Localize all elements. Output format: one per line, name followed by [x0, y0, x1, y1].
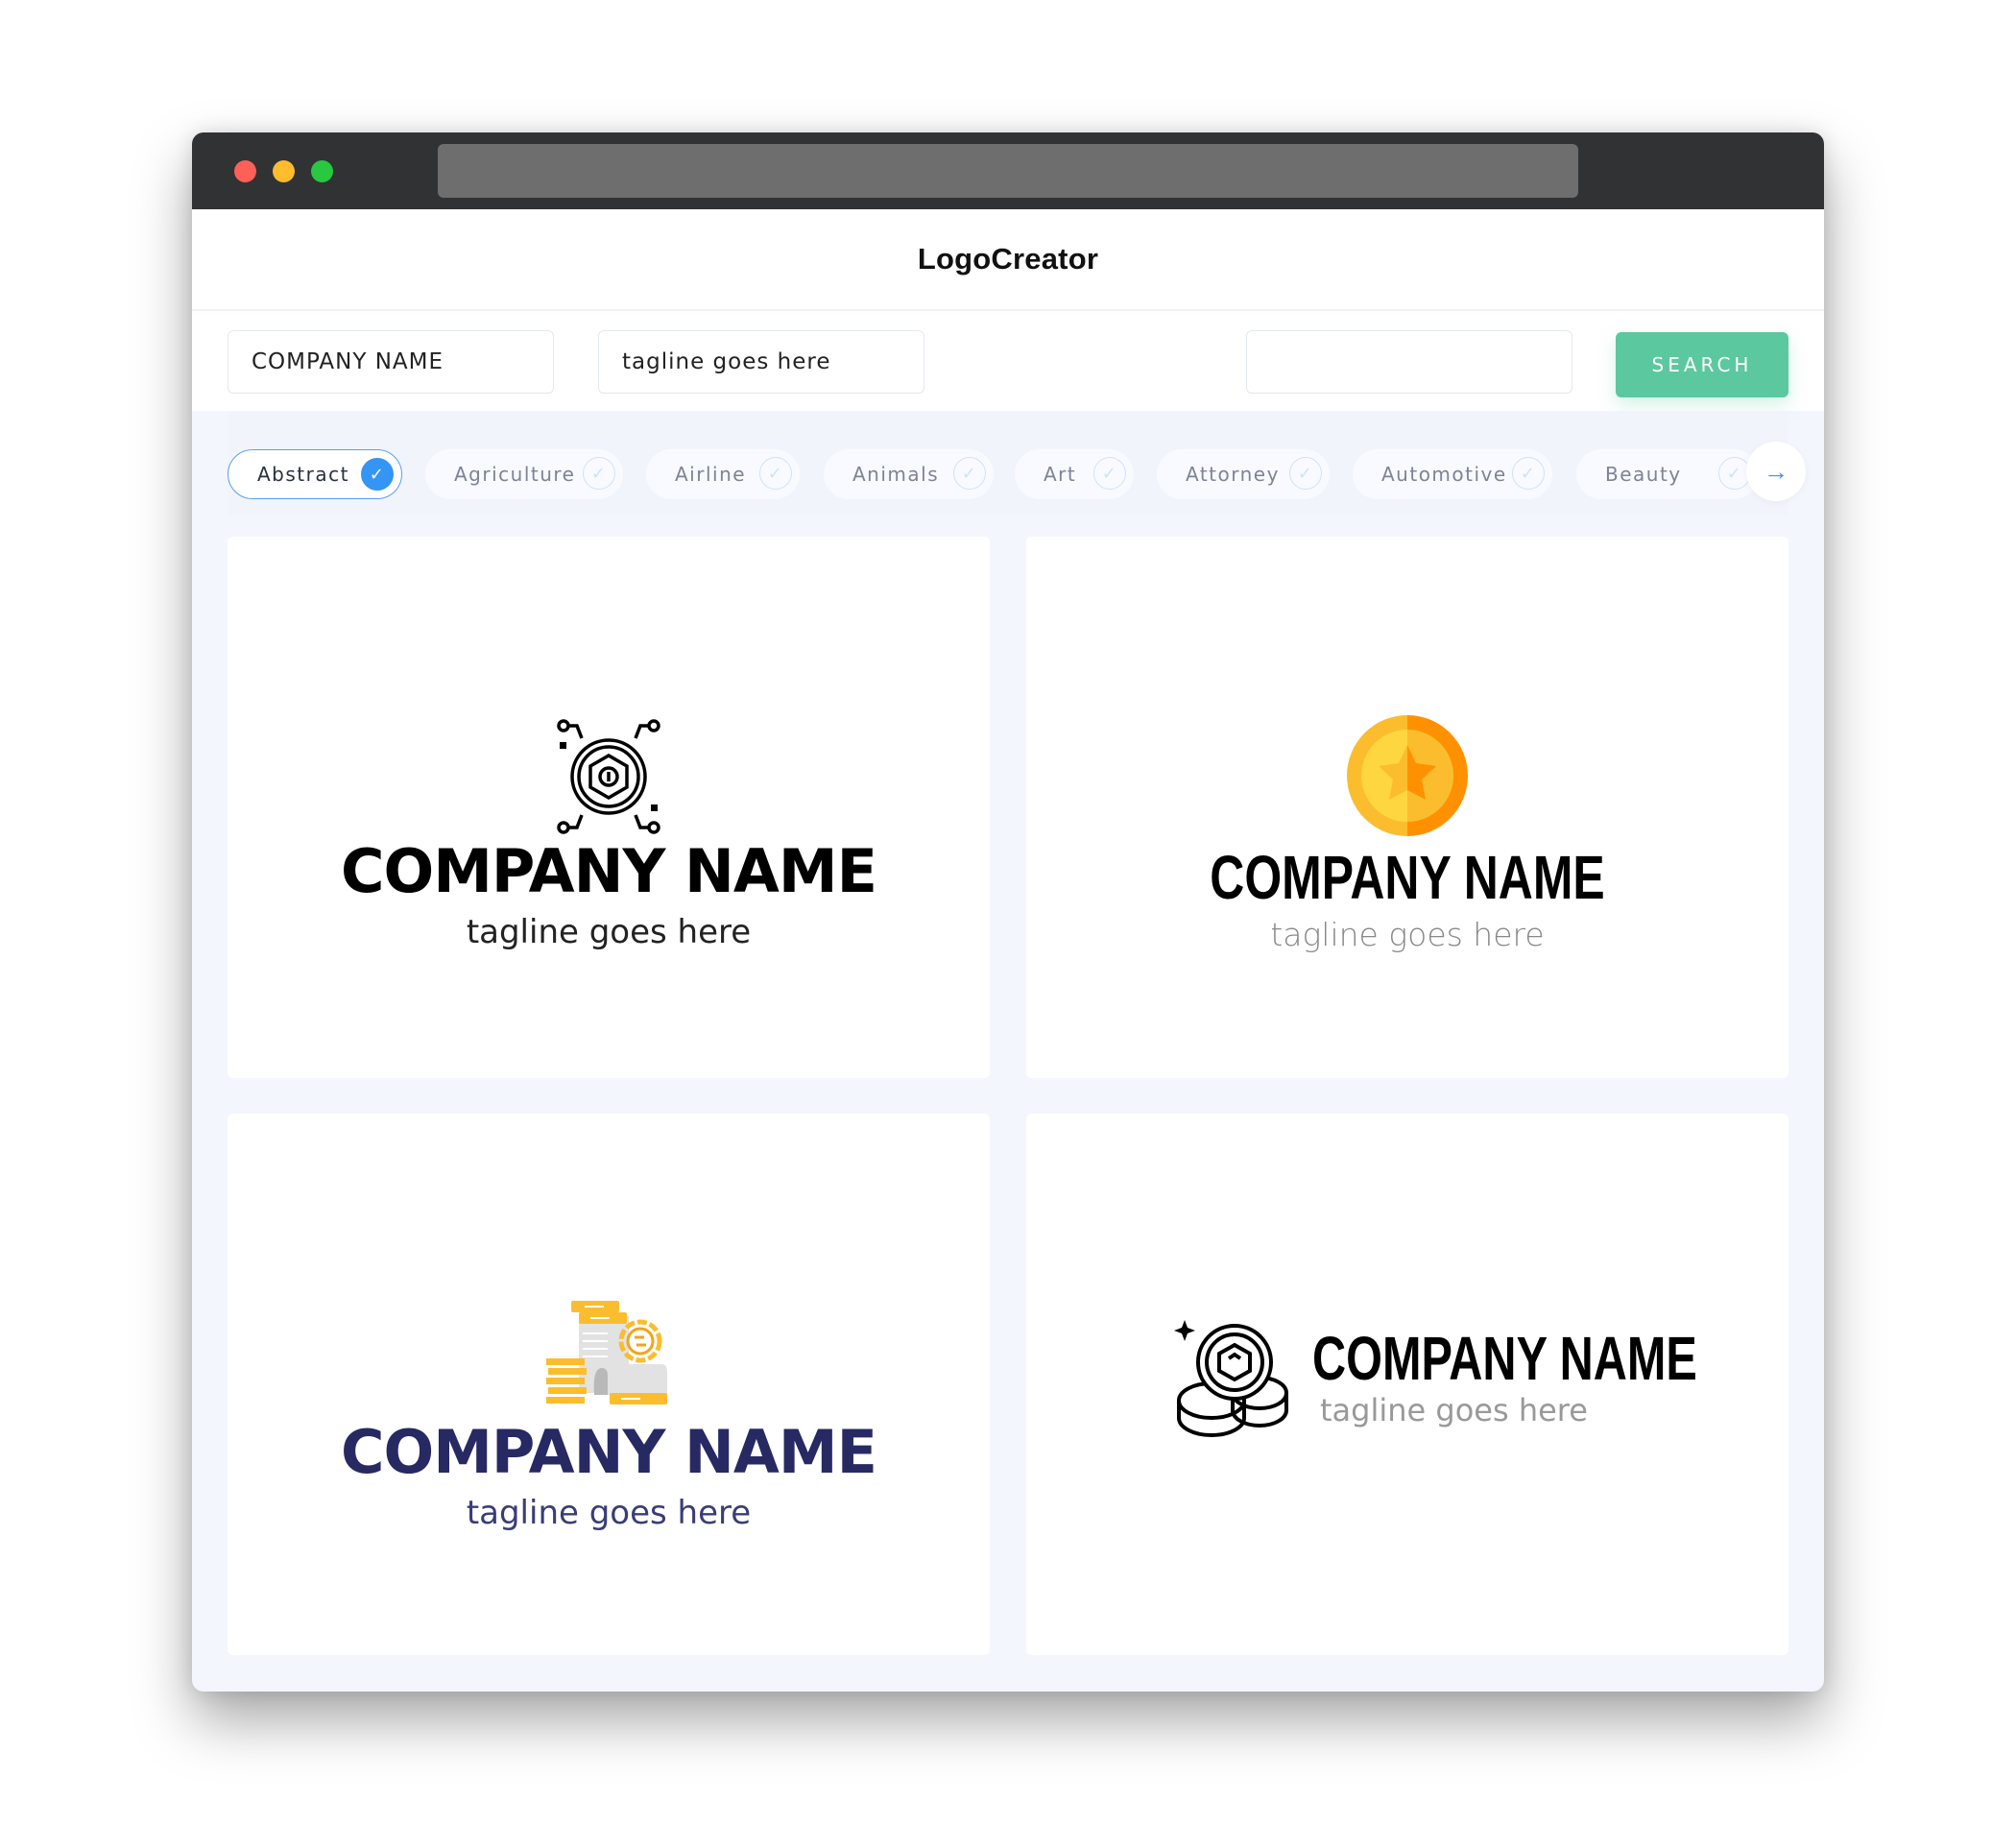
close-window-button[interactable] — [234, 160, 256, 182]
logo-company-name: COMPANY NAME — [341, 1417, 877, 1487]
logo-company-name: COMPANY NAME — [1210, 843, 1605, 912]
filter-chip-art[interactable]: Art ✓ — [1015, 449, 1134, 499]
check-icon: ✓ — [1289, 457, 1322, 490]
logo-company-name: COMPANY NAME — [1312, 1324, 1697, 1393]
filter-chip-beauty[interactable]: Beauty ✓ — [1576, 449, 1759, 499]
company-name-input[interactable]: COMPANY NAME — [228, 330, 554, 394]
check-icon: ✓ — [953, 457, 986, 490]
coin-stack-icon — [1174, 1320, 1288, 1437]
crypto-node-coin-icon — [557, 719, 660, 834]
check-icon: ✓ — [361, 458, 394, 491]
document-coins-icon — [546, 1301, 667, 1404]
filter-chip-animals[interactable]: Animals ✓ — [824, 449, 994, 499]
filter-chip-label: Abstract — [257, 463, 349, 486]
arrow-right-icon: → — [1764, 456, 1788, 486]
browser-titlebar — [192, 132, 1824, 209]
logo-card[interactable]: COMPANY NAME tagline goes here — [228, 1114, 990, 1655]
check-icon: ✓ — [583, 457, 615, 490]
logo-tagline: tagline goes here — [466, 1494, 752, 1532]
filter-chip-label: Attorney — [1186, 463, 1280, 486]
search-bar: COMPANY NAME tagline goes here SEARCH — [192, 311, 1824, 411]
check-icon: ✓ — [1093, 457, 1126, 490]
minimize-window-button[interactable] — [273, 160, 295, 182]
category-filter-bar: Abstract ✓ Agriculture ✓ Airline ✓ Anima… — [228, 411, 1806, 515]
address-bar[interactable] — [438, 144, 1578, 198]
browser-window: LogoCreator COMPANY NAME tagline goes he… — [192, 132, 1824, 1692]
brand-logo[interactable]: LogoCreator — [918, 242, 1098, 276]
maximize-window-button[interactable] — [311, 160, 333, 182]
logo-card[interactable]: COMPANY NAME tagline goes here — [228, 537, 990, 1078]
filters-next-button[interactable]: → — [1746, 442, 1806, 501]
filter-chip-automotive[interactable]: Automotive ✓ — [1353, 449, 1552, 499]
site-header: LogoCreator — [192, 209, 1824, 309]
filter-chip-label: Art — [1044, 463, 1077, 486]
filter-chip-agriculture[interactable]: Agriculture ✓ — [425, 449, 623, 499]
check-icon: ✓ — [1512, 457, 1545, 490]
filter-chip-label: Animals — [852, 463, 940, 486]
star-coin-icon — [1347, 715, 1468, 836]
logo-card[interactable]: COMPANY NAME tagline goes here — [1026, 1114, 1788, 1655]
filter-chip-label: Beauty — [1605, 463, 1682, 486]
tagline-input[interactable]: tagline goes here — [598, 330, 924, 394]
search-button[interactable]: SEARCH — [1616, 332, 1788, 397]
filter-chip-label: Airline — [675, 463, 747, 486]
filter-chip-label: Automotive — [1381, 463, 1507, 486]
keyword-input[interactable] — [1246, 330, 1572, 394]
filter-chip-label: Agriculture — [454, 463, 576, 486]
logo-tagline: tagline goes here — [1270, 916, 1545, 953]
filter-chip-airline[interactable]: Airline ✓ — [646, 449, 800, 499]
logo-tagline: tagline goes here — [466, 913, 752, 951]
check-icon: ✓ — [759, 457, 792, 490]
logo-tagline: tagline goes here — [1320, 1392, 1588, 1428]
logo-card[interactable]: COMPANY NAME tagline goes here — [1026, 537, 1788, 1078]
filter-chip-attorney[interactable]: Attorney ✓ — [1157, 449, 1330, 499]
filter-chip-abstract[interactable]: Abstract ✓ — [228, 449, 402, 499]
logo-company-name: COMPANY NAME — [341, 836, 877, 906]
